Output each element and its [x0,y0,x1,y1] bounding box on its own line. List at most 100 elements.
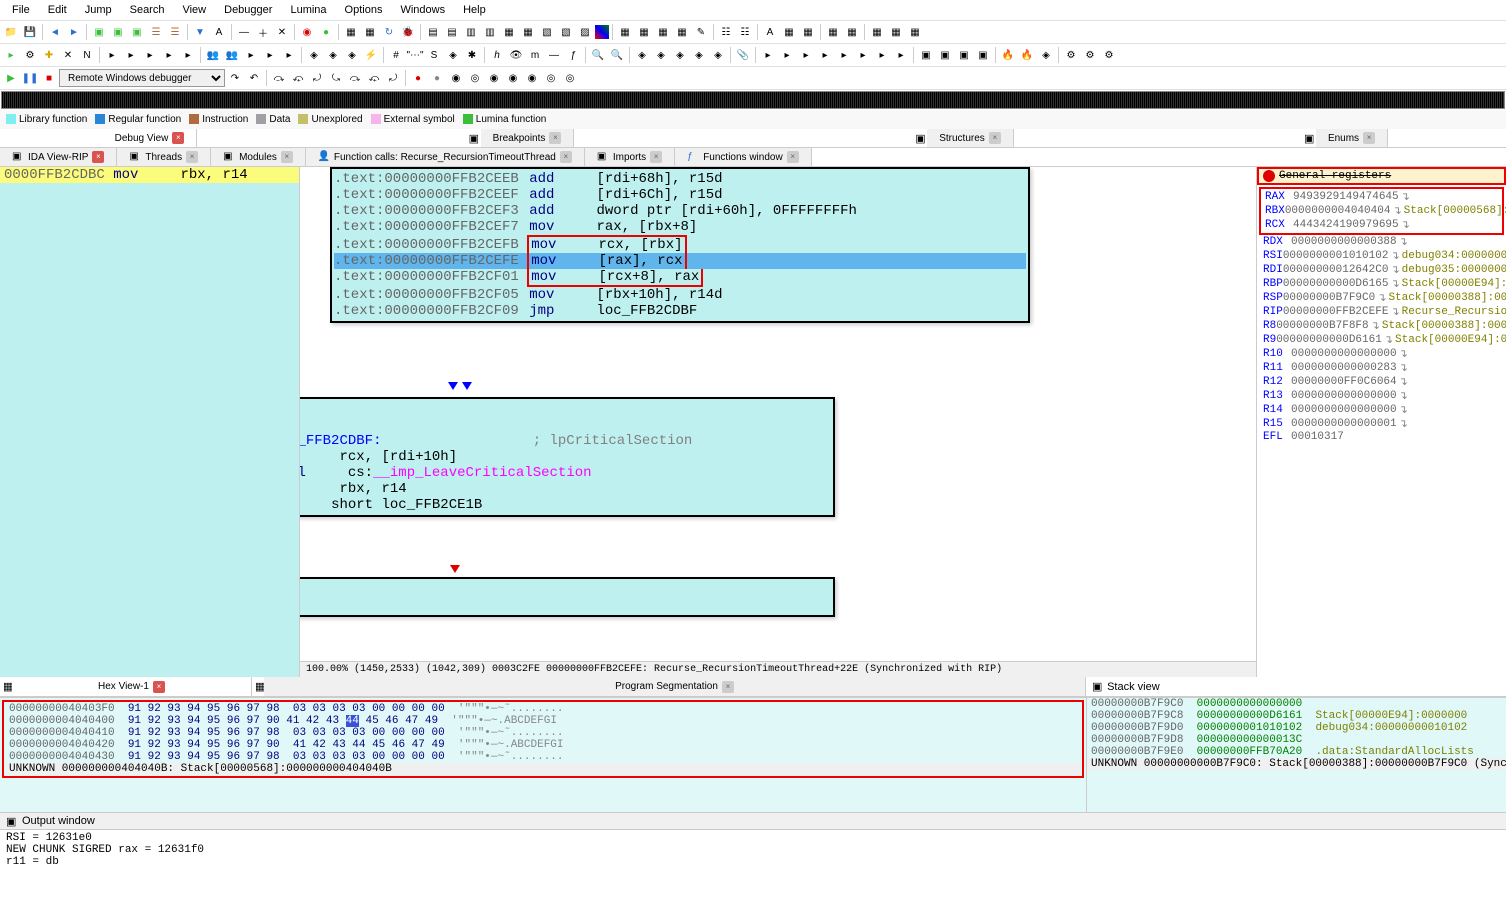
tool-icon[interactable]: ▦ [616,23,634,41]
tab-ida-view[interactable]: ▣IDA View-RIP× [0,148,117,166]
type-icon[interactable]: ◈ [305,46,323,64]
step-icon[interactable]: ↷ [226,69,244,87]
nav-icon[interactable]: ▸ [873,46,891,64]
graph-icon[interactable]: ◈ [709,46,727,64]
tool-icon[interactable]: ▦ [780,23,798,41]
stack-row[interactable]: 00000000B7F9C0 0000000000000000 [1087,698,1506,710]
nav-icon[interactable]: ▸ [816,46,834,64]
m-icon[interactable]: m [526,46,544,64]
tool-icon[interactable]: ▦ [673,23,691,41]
bp-icon[interactable]: ◉ [485,69,503,87]
a-icon[interactable]: A [761,23,779,41]
text-icon[interactable]: "⋯" [406,46,424,64]
graph-view[interactable]: .text:00000000FFB2CEEB add [rdi+68h], r1… [300,167,1256,677]
win-icon[interactable]: ▤ [443,23,461,41]
debugger-select[interactable]: Remote Windows debugger [59,69,225,87]
bp-icon[interactable]: ◎ [561,69,579,87]
type-icon[interactable]: ▸ [141,46,159,64]
tool-icon[interactable]: ⚙ [1062,46,1080,64]
close-icon[interactable]: × [722,681,734,693]
close-icon[interactable]: × [92,151,104,163]
tool-icon[interactable]: ▦ [654,23,672,41]
register-row[interactable]: RBX 0000000004040404 ↴ Stack[00000568]:0… [1261,204,1502,218]
type-icon[interactable]: 👥 [204,46,222,64]
graph-icon[interactable]: ◈ [671,46,689,64]
step-icon[interactable]: ⤼ [346,69,364,87]
type-icon[interactable]: ▸ [2,46,20,64]
type-icon[interactable]: ◈ [343,46,361,64]
type-icon[interactable]: ▸ [103,46,121,64]
open-icon[interactable]: 📁 [2,23,20,41]
win-icon[interactable]: ▦ [500,23,518,41]
asm-line[interactable]: .text:00000000FFB2CDC3 call cs:__imp_Lea… [300,465,831,481]
step-out-icon[interactable]: ⤾ [308,69,326,87]
menu-search[interactable]: Search [122,2,173,18]
register-row[interactable]: RSP 00000000B7F9C0 ↴ Stack[00000388]:000… [1259,291,1504,305]
tab-imports[interactable]: ▣Imports× [585,148,675,166]
dash-icon[interactable]: — [235,23,253,41]
asm-line[interactable]: .text:00000000FFB2CEF7 mov rax, [rbx+8] [334,219,1026,235]
close-icon[interactable]: × [650,151,662,163]
asm-line[interactable]: .text:00000000FFB2CEFE mov [rax], rcx [334,253,1026,269]
text-icon[interactable]: A [210,23,228,41]
tab-structures[interactable]: Structures× [927,129,1014,147]
type-icon[interactable]: ◈ [324,46,342,64]
hash-icon[interactable]: # [387,46,405,64]
graph-icon[interactable]: ◈ [652,46,670,64]
bp-icon[interactable]: ◉ [447,69,465,87]
fwd-icon[interactable]: ► [65,23,83,41]
hex-row[interactable]: 0000000004040410 91 92 93 94 95 96 97 98… [5,727,1081,739]
register-row[interactable]: RBP 00000000000D6165 ↴ Stack[00000E94]:0… [1259,277,1504,291]
star-icon[interactable]: ✱ [463,46,481,64]
asm-line[interactable]: .text:00000000FFB2CF09 jmp loc_FFB2CDBF [334,303,1026,319]
register-row[interactable]: RIP 00000000FFB2CEFE ↴ Recurse_Recursion… [1259,305,1504,319]
seg-icon[interactable]: ▦ [252,677,264,689]
tool-icon[interactable]: ▣ [128,23,146,41]
register-row[interactable]: R15 0000000000000001 ↴ [1259,417,1504,431]
menu-edit[interactable]: Edit [40,2,75,18]
hex-view[interactable]: 00000000040403F0 91 92 93 94 95 96 97 98… [0,698,1086,812]
register-row[interactable]: RAX 9493929149474645 ↴ [1261,190,1502,204]
bp-icon[interactable]: ◉ [523,69,541,87]
register-row[interactable]: RCX 4443424190979695 ↴ [1261,218,1502,232]
graph-block-2[interactable]: ▦✎▤ .text:00000000FFB2CDBF .text:0000000… [300,397,835,517]
tab-breakpoints[interactable]: Breakpoints× [481,129,575,147]
tool-icon[interactable]: ⚙ [1100,46,1118,64]
stack-view[interactable]: 00000000B7F9C0 0000000000000000 00000000… [1086,698,1506,812]
tool-icon[interactable]: ▦ [824,23,842,41]
nav-icon[interactable]: ▸ [778,46,796,64]
close-icon[interactable]: × [153,681,165,693]
tab-enums[interactable]: Enums× [1316,129,1388,147]
asm-line[interactable]: .text:00000000FFB2CF01 mov [rcx+8], rax [334,269,1026,287]
flame-icon[interactable]: 🔥 [999,46,1017,64]
register-row[interactable]: R12 00000000FF0C6064 ↴ [1259,375,1504,389]
win-icon[interactable]: ▦ [519,23,537,41]
tool-icon[interactable]: ✎ [692,23,710,41]
win-icon[interactable]: ▣ [917,46,935,64]
down-icon[interactable]: ▼ [191,23,209,41]
tool-icon[interactable]: ▦ [843,23,861,41]
type-icon[interactable]: ⚡ [362,46,380,64]
tool-icon[interactable]: ◈ [1037,46,1055,64]
tool-icon[interactable]: ▦ [799,23,817,41]
type-icon[interactable]: ⚙ [21,46,39,64]
win-icon[interactable]: ▧ [538,23,556,41]
menu-view[interactable]: View [174,2,214,18]
zoom-icon[interactable]: 🔍 [589,46,607,64]
flame-icon[interactable]: 🔥 [1018,46,1036,64]
disasm-left[interactable]: 0000FFB2CDBC mov rbx, r14 [0,167,300,677]
type-icon[interactable]: 👥 [223,46,241,64]
tool-icon[interactable]: ▦ [868,23,886,41]
asm-line[interactable]: .text:00000000FFB2CEF3 add dword ptr [rd… [334,203,1026,219]
register-row[interactable]: R11 0000000000000283 ↴ [1259,361,1504,375]
graph-icon[interactable]: ◈ [690,46,708,64]
tool-icon[interactable]: ▦ [906,23,924,41]
asm-line[interactable]: .text:00000000FFB2CDBF loc_FFB2CDBF: ; l… [300,433,831,449]
type-icon[interactable]: ✚ [40,46,58,64]
menu-help[interactable]: Help [455,2,494,18]
refresh-icon[interactable]: ↻ [380,23,398,41]
menu-lumina[interactable]: Lumina [282,2,334,18]
nav-icon[interactable]: ▸ [892,46,910,64]
output-window[interactable]: RSI = 12631e0 NEW CHUNK SIGRED rax = 126… [0,829,1506,870]
h-icon[interactable]: h [488,46,506,64]
